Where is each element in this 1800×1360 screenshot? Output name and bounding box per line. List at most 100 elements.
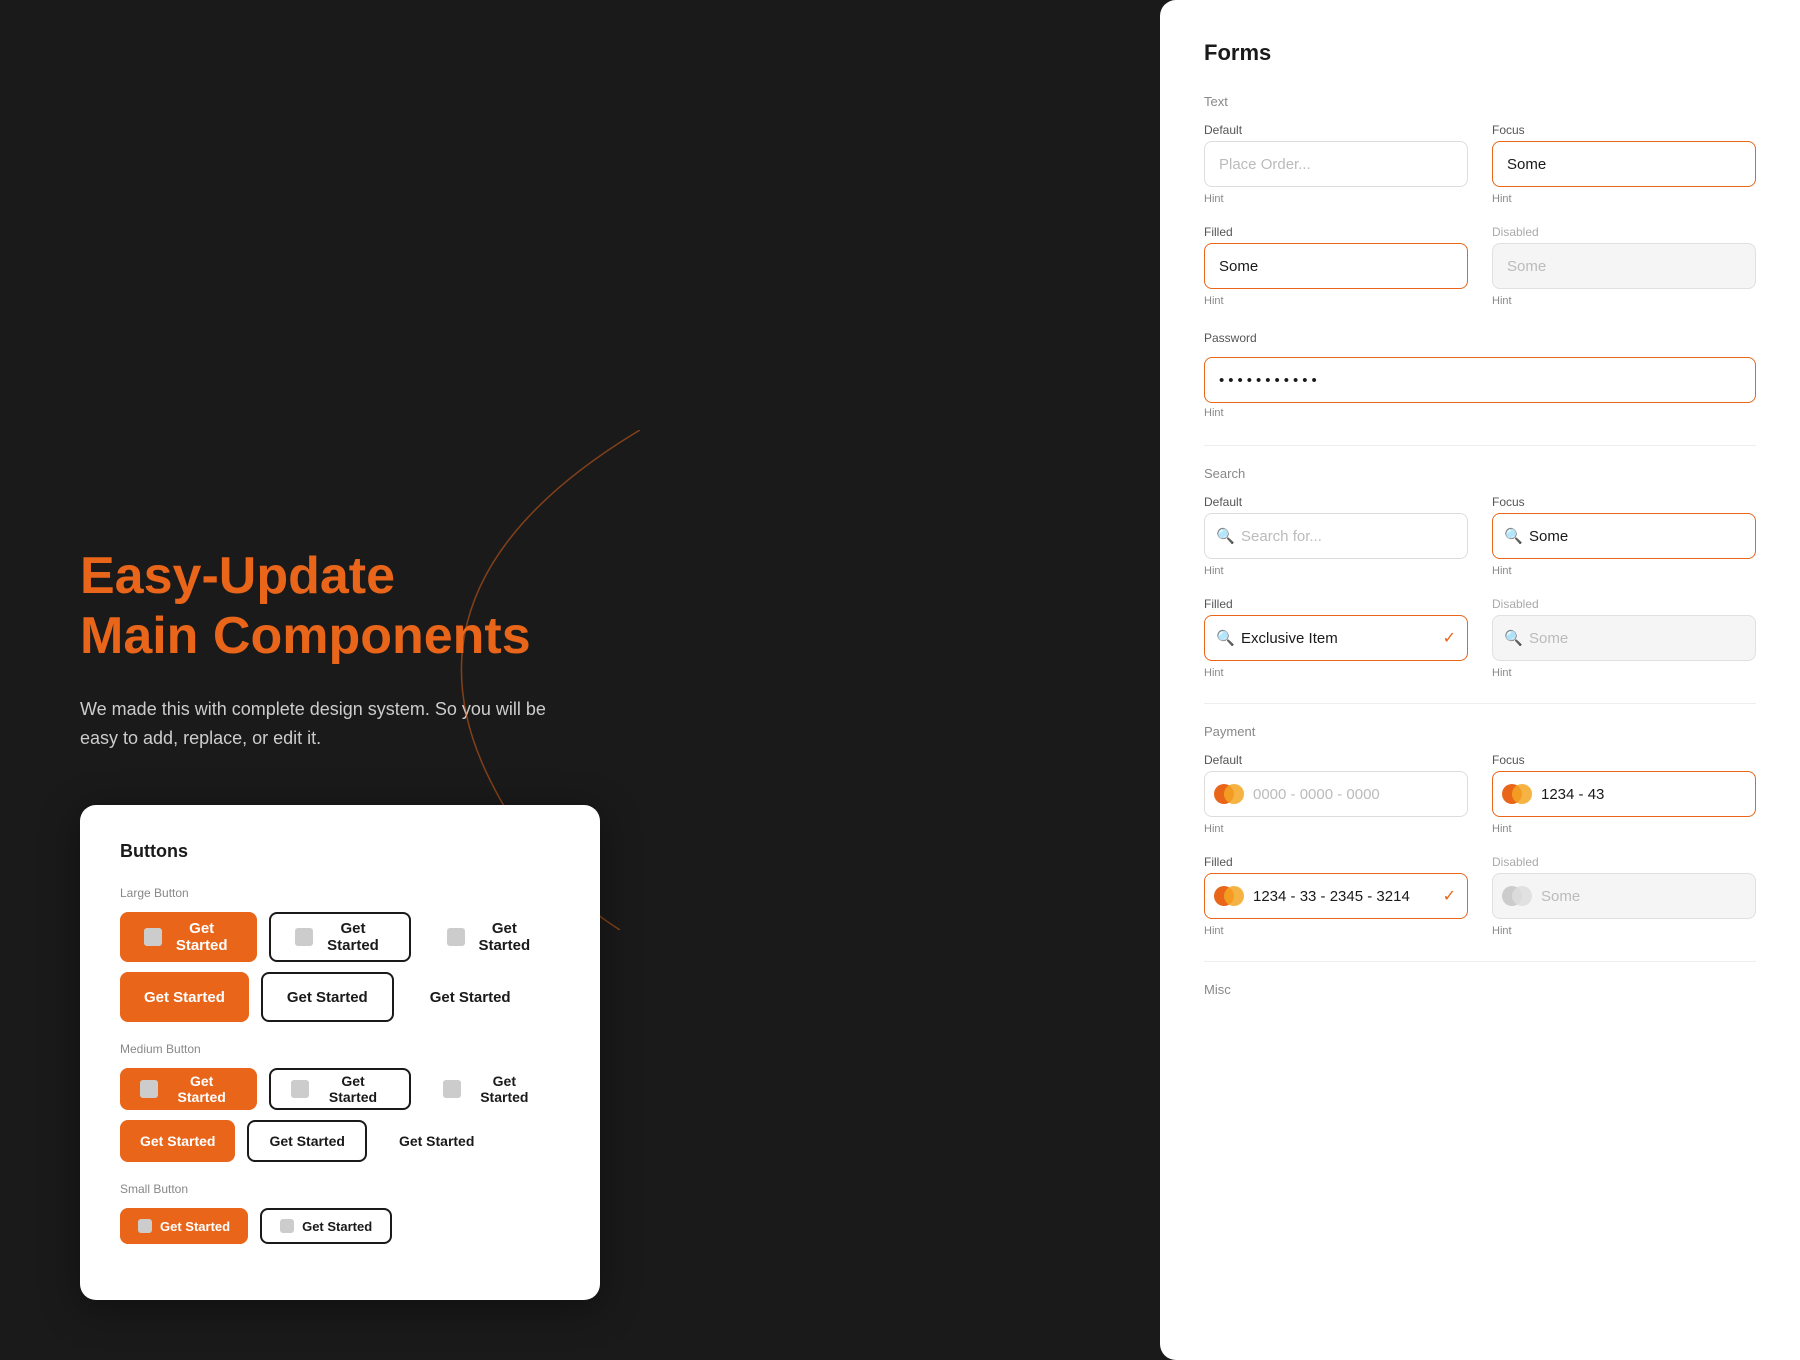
search-focus-group: Focus 🔍 Hint [1492,495,1756,577]
search-default-group: Default 🔍 Hint [1204,495,1468,577]
text-focus-label: Focus [1492,123,1756,137]
text-default-label: Default [1204,123,1468,137]
text-filled-hint: Hint [1204,295,1468,307]
search-disabled-input [1492,615,1756,661]
forms-panel-title: Forms [1204,40,1756,66]
search-section: Search Default 🔍 Hint Focus 🔍 Hint [1204,466,1756,679]
button-icon [447,928,465,946]
search-focus-hint: Hint [1492,565,1756,577]
search-disabled-label: Disabled [1492,597,1756,611]
divider-search [1204,445,1756,446]
text-filled-label: Filled [1204,225,1468,239]
buttons-card-title: Buttons [120,841,560,862]
divider-payment [1204,703,1756,704]
text-disabled-hint: Hint [1492,295,1756,307]
search-disabled-group: Disabled 🔍 Hint [1492,597,1756,679]
text-default-hint: Hint [1204,193,1468,205]
text-default-input[interactable] [1204,141,1468,187]
misc-section-title: Misc [1204,982,1756,997]
small-button-label: Small Button [120,1182,560,1196]
hero-title: Easy-Update Main Components [80,547,560,667]
text-focus-group: Focus Hint [1492,123,1756,205]
search-focus-input[interactable] [1492,513,1756,559]
search-filled-hint: Hint [1204,667,1468,679]
payment-default-input[interactable] [1204,771,1468,817]
large-outline-button[interactable]: Get Started [261,972,394,1022]
large-button-group: Large Button Get Started Get Started Get… [120,886,560,1022]
search-filled-input[interactable] [1204,615,1468,661]
text-focus-input[interactable] [1492,141,1756,187]
search-default-label: Default [1204,495,1468,509]
large-outline-icon-button[interactable]: Get Started [269,912,410,962]
password-input[interactable] [1204,357,1756,403]
search-section-title: Search [1204,466,1756,481]
search-filled-group: Filled 🔍 ✓ Hint [1204,597,1468,679]
medium-ghost-icon-button[interactable]: Get Started [423,1068,560,1110]
small-outline-icon-button[interactable]: Get Started [260,1208,392,1244]
button-icon [138,1219,152,1233]
password-label: Password [1204,331,1756,345]
small-button-group: Small Button Get Started Get Started [120,1182,560,1244]
text-filled-group: Filled Hint [1204,225,1468,307]
payment-focus-wrap [1492,771,1756,817]
payment-default-wrap [1204,771,1468,817]
button-icon [144,928,162,946]
payment-filled-wrap: ✓ [1204,873,1468,919]
payment-section: Payment Default Hint Focus [1204,724,1756,937]
payment-focus-input[interactable] [1492,771,1756,817]
small-solid-icon-button[interactable]: Get Started [120,1208,248,1244]
text-focus-hint: Hint [1492,193,1756,205]
large-solid-icon-button[interactable]: Get Started [120,912,257,962]
button-icon [140,1080,158,1098]
payment-default-label: Default [1204,753,1468,767]
button-icon [443,1080,461,1098]
medium-solid-icon-button[interactable]: Get Started [120,1068,257,1110]
search-disabled-hint: Hint [1492,667,1756,679]
large-ghost-icon-button[interactable]: Get Started [423,912,560,962]
payment-disabled-input [1492,873,1756,919]
misc-section: Misc [1204,982,1756,997]
password-hint: Hint [1204,407,1224,419]
medium-outline-button[interactable]: Get Started [247,1120,366,1162]
large-solid-button[interactable]: Get Started [120,972,249,1022]
payment-disabled-wrap [1492,873,1756,919]
large-ghost-button[interactable]: Get Started [406,972,535,1022]
text-filled-input[interactable] [1204,243,1468,289]
medium-ghost-button[interactable]: Get Started [379,1120,494,1162]
text-disabled-label: Disabled [1492,225,1756,239]
payment-focus-group: Focus Hint [1492,753,1756,835]
payment-filled-input[interactable] [1204,873,1468,919]
medium-solid-button[interactable]: Get Started [120,1120,235,1162]
buttons-card: Buttons Large Button Get Started Get Sta… [80,805,600,1300]
text-section: Text Default Hint Focus Hint Filled Hint [1204,94,1756,307]
medium-button-label: Medium Button [120,1042,560,1056]
forms-panel: Forms Text Default Hint Focus Hint Fille… [1160,0,1800,1360]
payment-section-title: Payment [1204,724,1756,739]
payment-filled-group: Filled ✓ Hint [1204,855,1468,937]
divider-misc [1204,961,1756,962]
button-icon [291,1080,309,1098]
search-focus-wrap: 🔍 [1492,513,1756,559]
search-disabled-wrap: 🔍 [1492,615,1756,661]
payment-focus-hint: Hint [1492,823,1756,835]
text-default-group: Default Hint [1204,123,1468,205]
payment-focus-label: Focus [1492,753,1756,767]
button-icon [280,1219,294,1233]
text-disabled-input [1492,243,1756,289]
payment-filled-label: Filled [1204,855,1468,869]
payment-disabled-label: Disabled [1492,855,1756,869]
search-default-input[interactable] [1204,513,1468,559]
payment-default-group: Default Hint [1204,753,1468,835]
search-default-wrap: 🔍 [1204,513,1468,559]
payment-filled-hint: Hint [1204,925,1468,937]
search-filled-label: Filled [1204,597,1468,611]
medium-button-group: Medium Button Get Started Get Started Ge… [120,1042,560,1162]
payment-disabled-hint: Hint [1492,925,1756,937]
search-filled-wrap: 🔍 ✓ [1204,615,1468,661]
search-focus-label: Focus [1492,495,1756,509]
medium-outline-icon-button[interactable]: Get Started [269,1068,410,1110]
password-section: Password Hint [1204,331,1756,421]
text-disabled-group: Disabled Hint [1492,225,1756,307]
payment-disabled-group: Disabled Hint [1492,855,1756,937]
button-icon [295,928,313,946]
